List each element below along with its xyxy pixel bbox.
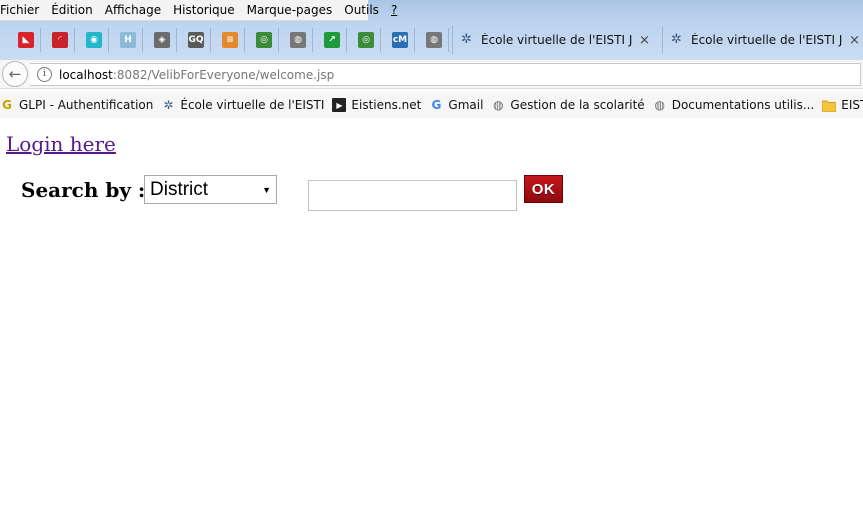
bookmark-scolarite[interactable]: ◍ Gestion de la scolarité xyxy=(491,98,645,112)
tab-strip: ✲ École virtuelle de l'EISTI Jak... × ✲ … xyxy=(0,24,863,56)
navigation-bar: ← i localhost:8082/VelibForEveryone/welc… xyxy=(0,60,863,89)
bookmark-eistiens[interactable]: ▶ Eistiens.net xyxy=(332,98,421,112)
folder-icon xyxy=(822,98,837,112)
app-red-arc-icon: ◜ xyxy=(52,32,68,48)
bookmark-label: GLPI - Authentification xyxy=(19,98,154,112)
pinned-tab[interactable]: ◜ xyxy=(46,28,75,52)
search-input[interactable] xyxy=(308,180,517,211)
bookmarks-toolbar: G GLPI - Authentification ✲ École virtue… xyxy=(0,92,863,119)
menu-edition[interactable]: Édition xyxy=(51,3,99,17)
pinned-tab[interactable]: ◈ xyxy=(148,28,177,52)
bookmark-label: Documentations utilis... xyxy=(671,98,815,112)
login-link[interactable]: Login here xyxy=(6,132,116,156)
pinned-tab[interactable]: GQ xyxy=(182,28,211,52)
url-host: localhost xyxy=(59,67,113,82)
stackoverflow-icon: ≡ xyxy=(222,32,238,48)
pinned-tab[interactable]: ◉ xyxy=(80,28,109,52)
menu-outils[interactable]: Outils xyxy=(344,3,385,17)
tab-eisti-1[interactable]: ✲ École virtuelle de l'EISTI Jak... × xyxy=(452,26,661,54)
menu-help[interactable]: ? xyxy=(391,3,403,17)
bookmark-label: Eistiens.net xyxy=(351,98,422,112)
chrome-like-icon-2: ◎ xyxy=(358,32,374,48)
menu-help-label: ? xyxy=(390,3,398,17)
menu-affichage[interactable]: Affichage xyxy=(105,3,167,17)
pinned-tab[interactable]: ↗ xyxy=(318,28,347,52)
bookmark-gmail[interactable]: G Gmail xyxy=(429,98,483,112)
bookmark-eisti-folder[interactable]: EISTI xyxy=(822,98,863,112)
globe-icon-2: ◍ xyxy=(426,32,442,48)
eisti-icon: ✲ xyxy=(163,98,174,112)
back-arrow-icon: ← xyxy=(8,65,22,83)
close-icon[interactable]: × xyxy=(849,33,860,48)
cm-app-icon: cM xyxy=(392,32,408,48)
menu-fichier[interactable]: Fichier xyxy=(0,3,45,17)
bookmark-label: Gmail xyxy=(448,98,484,112)
diamond-icon: ◈ xyxy=(154,32,170,48)
glpi-icon: G xyxy=(2,98,12,112)
terminal-icon: ▶ xyxy=(332,98,347,112)
eisti-icon: ✲ xyxy=(671,32,682,47)
eisti-icon: ✲ xyxy=(461,32,472,47)
info-icon[interactable]: i xyxy=(37,67,52,82)
google-icon: G xyxy=(431,98,442,112)
menu-outils-label: Outils xyxy=(344,3,379,17)
page-content: Login here Search by : District ▼ OK xyxy=(0,118,863,507)
h-app-icon: H xyxy=(120,32,136,48)
menu-fichier-label: Fichier xyxy=(0,3,40,17)
globe-icon: ◍ xyxy=(654,98,665,112)
tab-title: École virtuelle de l'EISTI Jak... xyxy=(691,33,843,47)
bookmark-label: École virtuelle de l'EISTI xyxy=(180,98,325,112)
select-value: District xyxy=(150,178,209,200)
bookmark-label: EISTI xyxy=(841,98,863,112)
menu-bar: Fichier Édition Affichage Historique Mar… xyxy=(0,0,397,21)
menu-marque-pages[interactable]: Marque-pages xyxy=(247,3,339,17)
app-red-icon: ◣ xyxy=(18,32,34,48)
close-icon[interactable]: × xyxy=(639,33,650,48)
pinned-tab[interactable]: ◎ xyxy=(250,28,279,52)
bookmark-glpi[interactable]: G GLPI - Authentification xyxy=(0,98,153,112)
owl-icon: ◉ xyxy=(86,32,102,48)
address-bar[interactable]: i localhost:8082/VelibForEveryone/welcom… xyxy=(30,63,861,86)
chart-icon: ↗ xyxy=(324,32,340,48)
tab-eisti-2[interactable]: ✲ École virtuelle de l'EISTI Jak... × xyxy=(662,26,863,54)
bookmark-documentations[interactable]: ◍ Documentations utilis... xyxy=(653,98,815,112)
menu-historique[interactable]: Historique xyxy=(173,3,241,17)
menu-marque-pages-label: Marque-pages xyxy=(246,3,333,17)
globe-icon: ◍ xyxy=(290,32,306,48)
back-button[interactable]: ← xyxy=(2,61,28,87)
goodreads-icon: GQ xyxy=(188,32,204,48)
search-criteria-select[interactable]: District ▼ xyxy=(144,175,277,204)
ok-button[interactable]: OK xyxy=(524,175,563,203)
menu-edition-label: Édition xyxy=(51,3,93,17)
pinned-tab[interactable]: H xyxy=(114,28,143,52)
pinned-tab[interactable]: ◣ xyxy=(12,28,41,52)
url-path: :8082/VelibForEveryone/welcome.jsp xyxy=(112,67,335,82)
globe-icon: ◍ xyxy=(493,98,504,112)
bookmark-ecole-virtuelle[interactable]: ✲ École virtuelle de l'EISTI xyxy=(161,98,324,112)
menu-historique-label: Historique xyxy=(173,3,235,17)
pinned-tab[interactable]: ◎ xyxy=(352,28,381,52)
pinned-tab[interactable]: ◍ xyxy=(284,28,313,52)
pinned-tab[interactable]: ≡ xyxy=(216,28,245,52)
chevron-down-icon: ▼ xyxy=(262,184,271,195)
bookmark-label: Gestion de la scolarité xyxy=(510,98,645,112)
menu-affichage-label: Affichage xyxy=(104,3,162,17)
chrome-like-icon: ◎ xyxy=(256,32,272,48)
pinned-tab[interactable]: cM xyxy=(386,28,415,52)
pinned-tab[interactable]: ◍ xyxy=(420,28,449,52)
tab-title: École virtuelle de l'EISTI Jak... xyxy=(481,33,633,47)
search-label: Search by : xyxy=(21,178,146,202)
